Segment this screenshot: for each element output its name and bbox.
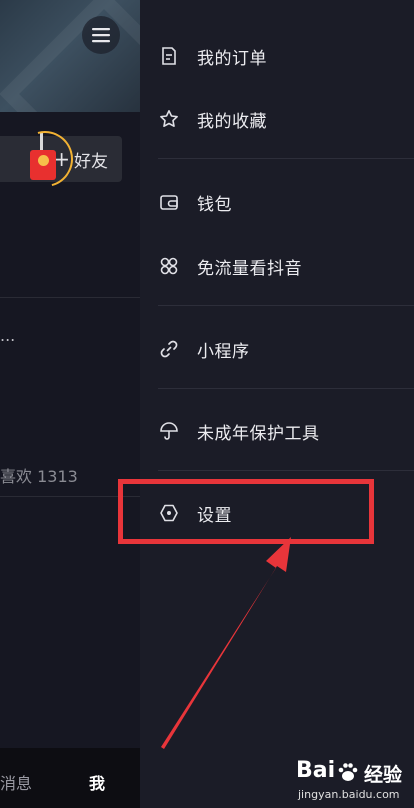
drawer-item-my-favorites[interactable]: 我的收藏 xyxy=(158,99,398,139)
drawer-divider xyxy=(158,470,414,471)
profile-background: + 好友 ... 喜欢 1313 消息 我 xyxy=(0,0,140,808)
wallet-icon xyxy=(158,191,180,213)
drawer-item-wallet[interactable]: 钱包 xyxy=(158,182,398,222)
truncated-text: ... xyxy=(0,326,16,345)
settings-highlight-box xyxy=(118,479,374,544)
order-icon xyxy=(158,45,180,67)
drawer-item-label: 我的订单 xyxy=(197,48,267,69)
add-friend-label: 好友 xyxy=(74,151,108,172)
umbrella-icon xyxy=(158,420,180,442)
side-drawer: 我的订单 我的收藏 钱包 免流量看抖音 小程序 未成年保护工具 设置 xyxy=(140,0,414,808)
drawer-item-label: 免流量看抖音 xyxy=(197,258,302,279)
drawer-divider xyxy=(158,388,414,389)
watermark-brand-cn: 经验 xyxy=(364,764,403,786)
likes-count[interactable]: 喜欢 1313 xyxy=(0,463,78,487)
baidu-jingyan-watermark: Bai 经验 jingyan.baidu.com xyxy=(296,758,414,808)
drawer-item-label: 我的收藏 xyxy=(197,111,267,132)
drawer-divider xyxy=(158,158,414,159)
red-packet-icon[interactable] xyxy=(30,150,56,180)
drawer-divider xyxy=(158,305,414,306)
link-icon xyxy=(158,338,180,360)
drawer-item-label: 未成年保护工具 xyxy=(197,423,320,444)
hamburger-menu-button[interactable] xyxy=(82,16,120,54)
drawer-item-label: 钱包 xyxy=(197,194,232,215)
paw-icon xyxy=(338,763,358,781)
tab-me[interactable]: 我 xyxy=(89,770,105,794)
watermark-url: jingyan.baidu.com xyxy=(298,788,400,801)
drawer-item-label: 小程序 xyxy=(197,341,250,362)
profile-banner xyxy=(0,0,140,112)
tab-messages[interactable]: 消息 xyxy=(0,770,32,794)
banner-decoration xyxy=(0,0,140,112)
profile-divider xyxy=(0,297,140,298)
drawer-item-my-orders[interactable]: 我的订单 xyxy=(158,36,398,76)
menu-icon xyxy=(92,28,110,43)
star-icon xyxy=(158,108,180,130)
four-leaf-icon xyxy=(158,255,180,277)
drawer-item-free-data[interactable]: 免流量看抖音 xyxy=(158,246,398,286)
drawer-item-minor-protection[interactable]: 未成年保护工具 xyxy=(158,411,398,451)
drawer-item-mini-programs[interactable]: 小程序 xyxy=(158,329,398,369)
red-packet-coin xyxy=(38,155,49,166)
watermark-brand: Bai xyxy=(296,758,336,783)
